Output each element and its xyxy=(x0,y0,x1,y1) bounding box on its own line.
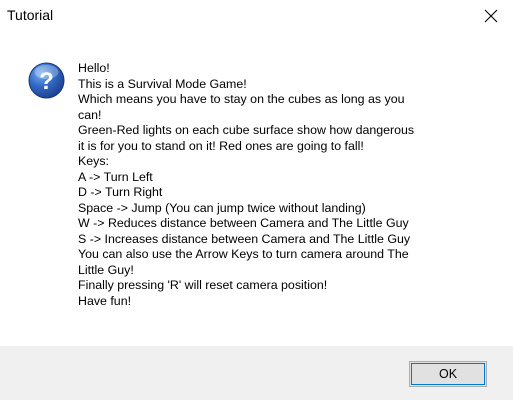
window-title: Tutorial xyxy=(7,7,54,23)
ok-button[interactable]: OK xyxy=(409,361,487,387)
message-line: Hello! xyxy=(78,61,110,75)
title-bar[interactable]: Tutorial xyxy=(0,0,513,31)
tutorial-dialog: Tutorial ? Hello! This is a Survival Mode… xyxy=(0,0,513,400)
message-text: Hello! This is a Survival Mode Game! Which… xyxy=(78,61,498,309)
message-line: Green-Red lights on each cube surface sh… xyxy=(78,123,415,137)
message-line: You can also use the Arrow Keys to turn … xyxy=(78,247,409,261)
message-line: Little Guy! xyxy=(78,262,134,277)
message-line: can! xyxy=(78,107,102,122)
message-line: it is for you to stand on it! Red ones a… xyxy=(78,138,364,153)
message-line: Which means you have to stay on the cube… xyxy=(78,92,405,106)
message-line: A -> Turn Left xyxy=(78,169,153,184)
message-line: Have fun! xyxy=(78,293,132,308)
close-button[interactable] xyxy=(468,0,513,31)
message-line: W -> Reduces distance between Camera and… xyxy=(78,216,409,230)
dialog-content: ? Hello! This is a Survival Mode Game! Whi… xyxy=(0,31,513,346)
message-line: Keys: xyxy=(78,154,109,168)
close-icon xyxy=(484,9,497,22)
question-icon: ? xyxy=(28,62,65,99)
message-line: Finally pressing 'R' will reset camera p… xyxy=(78,278,328,292)
ok-button-label: OK xyxy=(438,367,458,381)
message-line: This is a Survival Mode Game! xyxy=(78,76,247,91)
svg-text:?: ? xyxy=(39,68,54,95)
message-line: D -> Turn Right xyxy=(78,185,163,199)
message-line: Space -> Jump (You can jump twice withou… xyxy=(78,200,366,215)
message-line: S -> Increases distance between Camera a… xyxy=(78,231,411,246)
button-bar: OK xyxy=(0,346,513,400)
